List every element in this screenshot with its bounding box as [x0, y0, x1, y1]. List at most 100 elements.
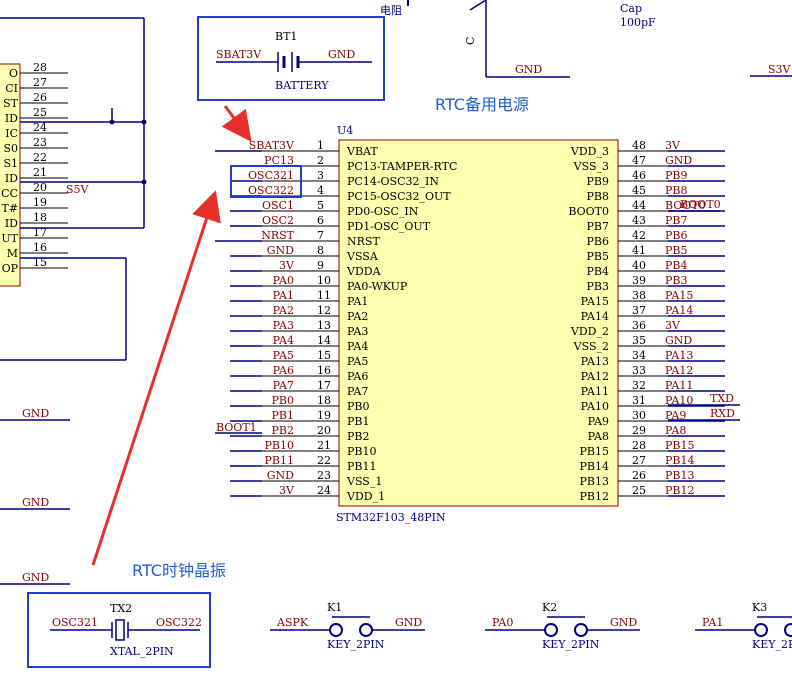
- connector-pin-name: O: [9, 67, 18, 80]
- u4-pin-number: 28: [632, 439, 646, 452]
- u4-left-net-label: NRST: [261, 229, 294, 242]
- u4-pin-name: VSS_2: [573, 340, 609, 353]
- u4-pin-number: 31: [632, 394, 646, 407]
- u4-right-net-label: PB13: [665, 469, 694, 482]
- left-gnd-label: GND: [22, 407, 49, 420]
- connector-pin-name: ST: [3, 97, 19, 110]
- connector-pin-number: 16: [33, 241, 47, 254]
- connector-pin-number: 20: [33, 181, 47, 194]
- u4-left-net-label: 3V: [279, 484, 295, 497]
- u4-pin-name: PB13: [580, 475, 609, 488]
- u4-ref: U4: [337, 124, 353, 137]
- u4-right-net-label: GND: [665, 334, 692, 347]
- battery-bt1[interactable]: BT1 SBAT3V GND BATTERY: [197, 16, 385, 101]
- key-left-net: ASPK: [276, 616, 309, 629]
- u4-pin-name: PC13-TAMPER-RTC: [347, 160, 457, 173]
- u4-pin-name: PA4: [347, 340, 368, 353]
- u4-pin-number: 13: [317, 319, 331, 332]
- u4-pin-name: PB2: [347, 430, 369, 443]
- u4-right-net-label: PB7: [665, 214, 687, 227]
- u4-pin-number: 15: [317, 349, 331, 362]
- u4-pin-name: PB15: [580, 445, 609, 458]
- connector-pin-number: 24: [33, 121, 47, 134]
- boot0-wire-label: BOOT0: [680, 198, 721, 211]
- u4-pin-name: PB4: [587, 265, 609, 278]
- u4-pin-name: PB7: [587, 220, 609, 233]
- rtc-power-annotation: RTC备用电源: [435, 95, 529, 114]
- u4-pin-number: 5: [317, 199, 324, 212]
- u4-chip[interactable]: U4 1 VBATSBAT3V2 PC13-TAMPER-RTCPC133 PC14-…: [215, 124, 725, 524]
- u4-right-net-label: PB3: [665, 274, 687, 287]
- key-value: KEY_2PIN: [542, 638, 600, 651]
- connector-pin-name: S1: [3, 157, 18, 170]
- keys-group: K1 ASPK GND KEY_2PIN K2 PA0 GND KEY_2PIN K3 PA1 KE…: [270, 601, 792, 651]
- u4-right-net-label: PB9: [665, 169, 687, 182]
- connector-pin-name: S0: [3, 142, 18, 155]
- left-gnd-label: GND: [22, 496, 49, 509]
- u4-right-net-label: PB8: [665, 184, 687, 197]
- u4-pin-name: PB9: [587, 175, 609, 188]
- u4-pin-name: PA12: [581, 370, 609, 383]
- u4-pin-number: 22: [317, 454, 331, 467]
- u4-pin-number: 44: [632, 199, 646, 212]
- u4-pin-name: VSSA: [346, 250, 379, 263]
- key-left-net: PA1: [702, 616, 723, 629]
- u4-pin-number: 26: [632, 469, 646, 482]
- u4-pin-name: NRST: [347, 235, 380, 248]
- key-ref: K2: [542, 601, 557, 614]
- u4-pin-name: PA9: [588, 415, 609, 428]
- u4-pin-name: PD0-OSC_IN: [347, 205, 419, 218]
- u4-right-net-label: PA13: [665, 349, 693, 362]
- rtc-crystal-annotation: RTC时钟晶振: [132, 561, 226, 580]
- key-value: KEY_2PIN: [752, 638, 792, 651]
- u4-pin-number: 32: [632, 379, 646, 392]
- u4-pin-number: 21: [317, 439, 331, 452]
- u4-pin-number: 23: [317, 469, 331, 482]
- u4-pin-number: 47: [632, 154, 646, 167]
- u4-pin-name: VBAT: [346, 145, 378, 158]
- key-switch[interactable]: K2 PA0 GND KEY_2PIN: [485, 601, 640, 651]
- u4-left-net-label: PB11: [265, 454, 294, 467]
- key-switch[interactable]: K1 ASPK GND KEY_2PIN: [270, 601, 425, 651]
- battery-right-net: GND: [328, 48, 355, 61]
- u4-right-net-label: PA11: [665, 379, 693, 392]
- u4-pin-number: 14: [317, 334, 331, 347]
- u4-pin-number: 8: [317, 244, 324, 257]
- u4-left-net-label: OSC321: [248, 169, 294, 182]
- schematic-canvas: 电阻 C Cap 100pF GND S3V BT1 SBAT3V GND BA…: [0, 0, 792, 678]
- connector-pin-name: OP: [2, 262, 19, 275]
- u4-pin-number: 9: [317, 259, 324, 272]
- u4-pin-name: PD1-OSC_OUT: [347, 220, 431, 233]
- u4-pin-number: 16: [317, 364, 331, 377]
- key-switch[interactable]: K3 PA1 KEY_2PIN: [695, 601, 792, 651]
- connector-pin-name: ID: [5, 172, 18, 185]
- u4-pin-name: BOOT0: [568, 205, 609, 218]
- key-right-net: GND: [395, 616, 422, 629]
- connector-pin-name: ID: [5, 112, 18, 125]
- u4-pin-number: 42: [632, 229, 646, 242]
- crystal-tx2[interactable]: TX2 OSC321 OSC322 XTAL_2PIN: [27, 592, 211, 668]
- u4-left-net-label: PB2: [272, 424, 294, 437]
- u4-right-net-label: PB6: [665, 229, 687, 242]
- u4-pin-name: PA6: [347, 370, 368, 383]
- u4-left-net-label: PB1: [272, 409, 294, 422]
- connector-pin-number: 21: [33, 166, 47, 179]
- u4-pin-number: 19: [317, 409, 331, 422]
- u4-pin-name: PA5: [347, 355, 368, 368]
- u4-left-net-label: PA5: [273, 349, 294, 362]
- u4-pin-name: VDD_2: [570, 325, 609, 338]
- arrow-to-vbat: [221, 105, 252, 142]
- u4-left-net-label: OSC1: [262, 199, 294, 212]
- u4-right-pins: 48 VDD_3 3V 47 VSS_3 GND 46 PB9 PB9 45 PB8 PB8 44 BOO…: [568, 139, 725, 503]
- u4-pin-number: 33: [632, 364, 646, 377]
- connector-pin-name: T#: [1, 202, 18, 215]
- battery-value: BATTERY: [275, 79, 329, 92]
- u4-pin-name: PB1: [347, 415, 369, 428]
- u4-left-net-label: GND: [267, 469, 294, 482]
- connector-pin-number: 19: [33, 196, 47, 209]
- u4-left-net-label: OSC322: [248, 184, 294, 197]
- u4-pin-name: PB0: [347, 400, 369, 413]
- u4-pin-number: 25: [632, 484, 646, 497]
- battery-ref: BT1: [275, 30, 297, 43]
- u4-pin-number: 4: [317, 184, 324, 197]
